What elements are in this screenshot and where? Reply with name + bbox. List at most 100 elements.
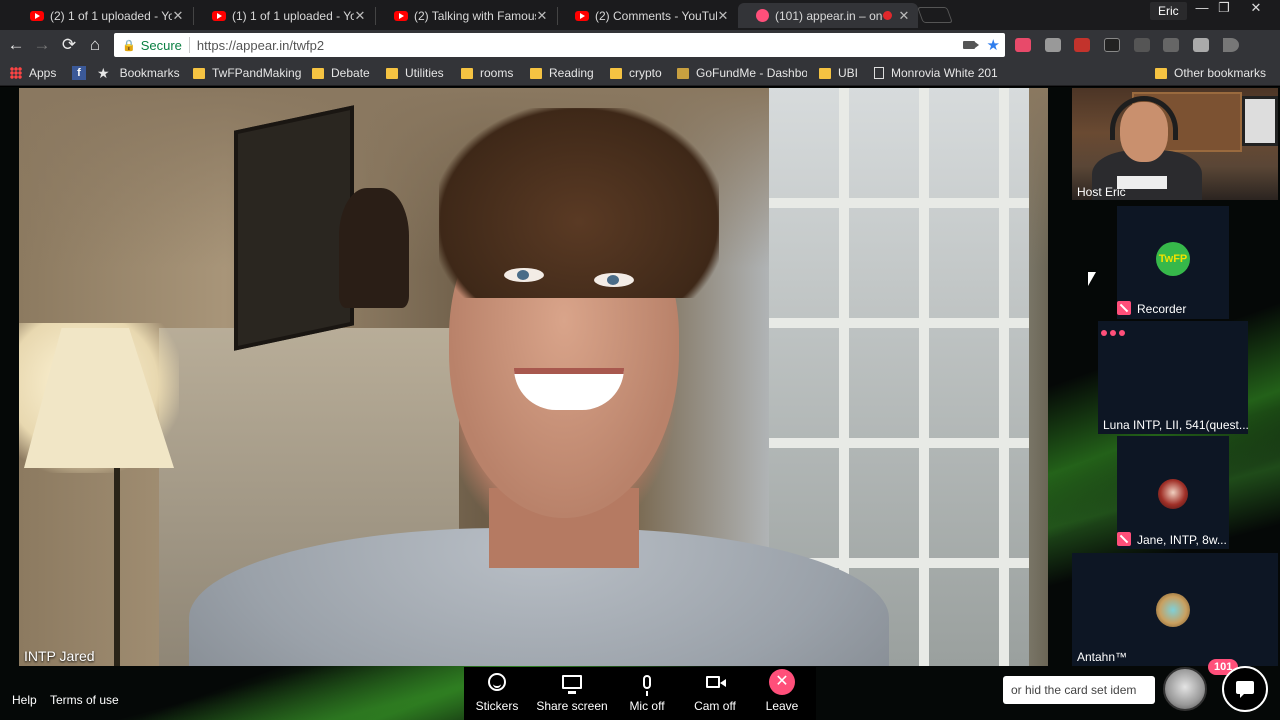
participant-tile-luna[interactable]: Luna INTP, LII, 541(quest...	[1098, 321, 1249, 434]
tab-close-icon[interactable]: ✕	[717, 8, 729, 24]
bookmark-gofundme[interactable]: GoFundMe - Dashbo	[677, 64, 807, 82]
extension-pdf-icon[interactable]	[1074, 38, 1090, 52]
close-window-button[interactable]: ✕	[1242, 0, 1270, 18]
home-button[interactable]: ⌂	[84, 34, 106, 56]
extension-puzzle-icon[interactable]	[1134, 38, 1150, 52]
bookmark-bookmarks[interactable]: ★ Bookmarks	[97, 64, 180, 82]
tab-title: (1) 1 of 1 uploaded - You	[232, 8, 354, 23]
bookmark-folder-reading[interactable]: Reading	[530, 64, 594, 82]
tab-appear-in[interactable]: (101) appear.in – one ✕	[738, 3, 918, 28]
chat-message-preview[interactable]: or hid the card set idem	[1003, 676, 1155, 704]
tab-youtube-comments[interactable]: (2) Comments - YouTube ✕	[557, 3, 737, 28]
extension-chat-icon[interactable]	[1045, 38, 1061, 52]
bookmark-folder-debate[interactable]: Debate	[312, 64, 370, 82]
youtube-icon	[30, 10, 44, 21]
back-button[interactable]: ←	[5, 34, 27, 56]
participant-tile-jane[interactable]: Jane, INTP, 8w...	[1117, 436, 1229, 549]
help-link[interactable]: Help	[12, 693, 37, 707]
tab-close-icon[interactable]: ✕	[354, 8, 366, 24]
microphone-icon	[643, 675, 651, 696]
cam-off-button[interactable]: Cam off	[680, 667, 750, 720]
bookmark-monrovia[interactable]: Monrovia White 201	[874, 64, 1002, 82]
tab-title: (2) 1 of 1 uploaded - You	[50, 8, 172, 23]
reload-button[interactable]: ⟳	[58, 34, 80, 56]
muted-icon	[1117, 532, 1131, 546]
tab-youtube-uploaded-2[interactable]: (1) 1 of 1 uploaded - You ✕	[194, 3, 376, 28]
folder-icon	[819, 67, 831, 79]
participant-label: Jane, INTP, 8w...	[1117, 532, 1227, 547]
tab-title: (2) Comments - YouTube	[595, 8, 717, 23]
leave-button[interactable]: ✕ Leave	[747, 667, 817, 720]
url-text[interactable]: https://appear.in/twfp2	[197, 38, 963, 53]
extension-volume-icon[interactable]	[1223, 38, 1239, 52]
mouse-cursor	[1088, 272, 1096, 286]
extension-folder-icon[interactable]	[1163, 38, 1179, 52]
close-icon: ✕	[769, 669, 795, 695]
camera-icon	[705, 676, 726, 688]
new-tab-button[interactable]	[917, 7, 953, 23]
youtube-icon	[212, 10, 226, 21]
bookmark-star-icon[interactable]: ★	[987, 36, 1000, 54]
tab-close-icon[interactable]: ✕	[172, 8, 184, 24]
bookmark-folder-crypto[interactable]: crypto	[610, 64, 662, 82]
folder-icon	[530, 67, 542, 79]
jane-avatar	[1158, 479, 1188, 509]
tab-title: (101) appear.in – one	[775, 8, 883, 23]
folder-icon	[386, 67, 398, 79]
participant-tile-antahn[interactable]: Antahn™	[1072, 553, 1278, 666]
chat-button[interactable]	[1222, 666, 1268, 712]
tab-youtube-talking[interactable]: (2) Talking with Famous P ✕	[376, 3, 558, 28]
extension-amazon-icon[interactable]	[1104, 38, 1120, 52]
tab-youtube-uploaded-1[interactable]: (2) 1 of 1 uploaded - You ✕	[12, 3, 194, 28]
extension-appear-icon[interactable]	[1015, 38, 1031, 52]
appear-in-icon	[756, 9, 769, 22]
muted-icon	[1117, 301, 1131, 315]
extension-image-icon[interactable]	[1193, 38, 1209, 52]
participant-label: Recorder	[1117, 301, 1186, 316]
page-icon	[874, 67, 884, 79]
folder-icon	[1155, 67, 1167, 79]
folder-icon	[610, 67, 622, 79]
antahn-avatar	[1156, 593, 1190, 627]
address-bar[interactable]: 🔒 Secure https://appear.in/twfp2 ★	[114, 33, 1005, 57]
participant-tile-recorder[interactable]: TwFP Recorder	[1117, 206, 1229, 319]
self-avatar[interactable]	[1163, 667, 1207, 711]
recording-indicator-icon	[883, 11, 892, 20]
main-speaker-video[interactable]	[19, 88, 1048, 666]
camera-in-use-icon[interactable]	[962, 41, 979, 49]
video-room: INTP Jared Host Eric TwFP Recorder Luna …	[0, 87, 1280, 720]
terms-of-use-link[interactable]: Terms of use	[50, 693, 119, 707]
tab-close-icon[interactable]: ✕	[536, 8, 548, 24]
star-icon: ★	[97, 64, 110, 81]
tab-close-icon[interactable]: ✕	[898, 8, 910, 24]
bookmark-facebook[interactable]: f	[72, 64, 92, 82]
bookmark-other-bookmarks[interactable]: Other bookmarks	[1155, 64, 1266, 82]
participant-name: Antahn™	[1077, 650, 1128, 664]
bookmarks-bar: Apps f ★ Bookmarks TwFPandMaking Debate …	[0, 60, 1280, 86]
folder-icon	[193, 67, 205, 79]
browser-toolbar: ← → ⟳ ⌂ 🔒 Secure https://appear.in/twfp2…	[0, 30, 1280, 82]
share-screen-button[interactable]: Share screen	[532, 667, 612, 720]
bookmark-folder-rooms[interactable]: rooms	[461, 64, 513, 82]
twfp-avatar: TwFP	[1156, 242, 1190, 276]
tab-title: (2) Talking with Famous P	[414, 8, 536, 23]
forward-button[interactable]: →	[31, 34, 53, 56]
speaking-indicator-icon	[1101, 330, 1125, 336]
profile-button[interactable]: Eric	[1150, 2, 1187, 20]
monitor-icon	[562, 675, 582, 694]
smiley-icon	[488, 673, 506, 691]
restore-button[interactable]: ❐	[1210, 0, 1238, 18]
lock-icon: 🔒	[122, 39, 136, 52]
bookmark-folder-twfpandmaking[interactable]: TwFPandMaking	[193, 64, 301, 82]
bookmark-folder-ubi[interactable]: UBI	[819, 64, 858, 82]
bookmark-apps[interactable]: Apps	[10, 64, 56, 82]
call-controls: Stickers Share screen Mic off Cam off ✕ …	[464, 667, 816, 720]
participant-name: Host Eric	[1077, 185, 1126, 199]
stickers-button[interactable]: Stickers	[462, 667, 532, 720]
mic-off-button[interactable]: Mic off	[612, 667, 682, 720]
apps-grid-icon	[10, 67, 22, 79]
main-speaker-name: INTP Jared	[24, 648, 95, 664]
youtube-icon	[575, 10, 589, 21]
bookmark-folder-utilities[interactable]: Utilities	[386, 64, 444, 82]
participant-tile-host[interactable]	[1072, 88, 1278, 200]
